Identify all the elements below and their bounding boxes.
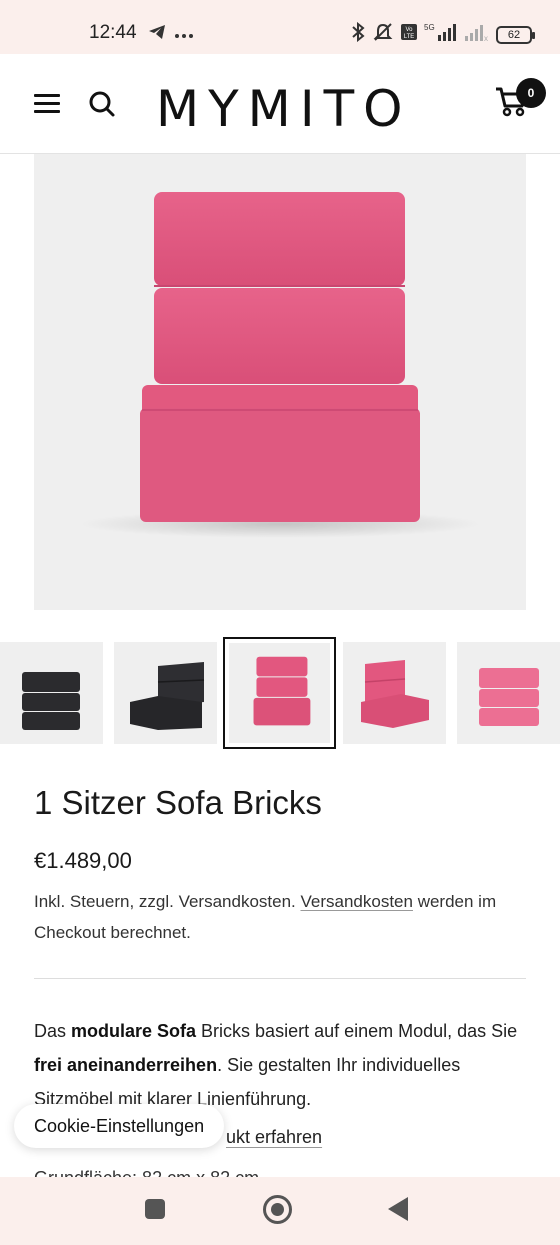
sofa-illustration bbox=[80, 192, 480, 538]
thumbnail-3[interactable] bbox=[223, 637, 336, 749]
tax-note-text: Inkl. Steuern, zzgl. Versandkosten. bbox=[34, 892, 296, 911]
system-nav-bar bbox=[0, 1177, 560, 1245]
recent-apps-icon[interactable] bbox=[145, 1199, 165, 1219]
bluetooth-icon bbox=[350, 21, 366, 48]
shipping-costs-link[interactable]: Versandkosten bbox=[301, 892, 413, 911]
divider bbox=[34, 978, 526, 979]
mute-icon bbox=[372, 22, 394, 48]
site-logo[interactable]: MYMITO bbox=[156, 80, 411, 138]
status-time: 12:44 bbox=[89, 22, 137, 43]
product-price: €1.489,00 bbox=[34, 848, 132, 873]
back-icon[interactable] bbox=[388, 1197, 408, 1221]
thumbnail-2[interactable] bbox=[114, 642, 217, 744]
svg-text:Vo: Vo bbox=[405, 27, 413, 33]
desc-text: Das bbox=[34, 1021, 72, 1041]
learn-more-link[interactable]: ukt erfahren bbox=[226, 1127, 322, 1148]
search-icon[interactable] bbox=[88, 90, 116, 118]
svg-text:LTE: LTE bbox=[404, 34, 415, 40]
product-main-image[interactable] bbox=[34, 154, 526, 610]
tax-note: Inkl. Steuern, zzgl. Versandkosten. Vers… bbox=[34, 886, 526, 948]
volte-icon: Vo LTE bbox=[400, 23, 418, 47]
battery-indicator: 62 bbox=[496, 26, 535, 44]
desc-text: Bricks basiert auf einem Modul, das Sie bbox=[196, 1021, 518, 1041]
thumbnail-5[interactable] bbox=[457, 642, 560, 744]
desc-bold: modulare Sofa bbox=[71, 1021, 197, 1041]
svg-text:x: x bbox=[484, 34, 488, 42]
signal-icon: x bbox=[464, 22, 490, 48]
svg-text:5G: 5G bbox=[424, 23, 435, 32]
menu-icon[interactable] bbox=[34, 94, 60, 114]
thumbnail-4[interactable] bbox=[343, 642, 446, 744]
desc-bold: frei aneinanderreihen bbox=[34, 1055, 218, 1075]
product-thumbnails bbox=[0, 637, 560, 749]
telegram-icon bbox=[148, 24, 166, 46]
thumbnail-1[interactable] bbox=[0, 642, 103, 744]
signal-5g-icon: 5G bbox=[424, 22, 458, 48]
cart-count-badge: 0 bbox=[516, 78, 546, 108]
status-bar: 12:44 Vo LTE 5G x 62 bbox=[0, 0, 560, 54]
more-dots-icon bbox=[174, 25, 194, 45]
cookie-settings-button[interactable]: Cookie-Einstellungen bbox=[14, 1104, 225, 1148]
site-header: MYMITO 0 bbox=[0, 54, 560, 154]
product-title: 1 Sitzer Sofa Bricks bbox=[34, 784, 322, 821]
product-description: Das modulare Sofa Bricks basiert auf ein… bbox=[34, 1014, 534, 1116]
home-icon[interactable] bbox=[263, 1195, 292, 1224]
